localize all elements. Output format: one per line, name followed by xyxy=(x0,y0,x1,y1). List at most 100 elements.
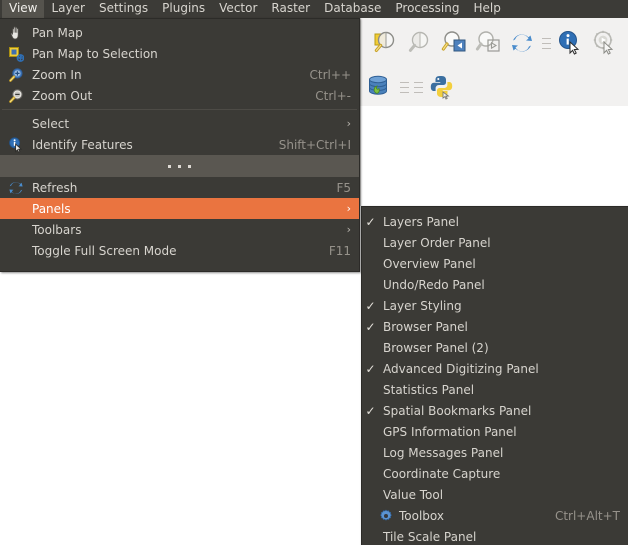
panels-item-gps-information-panel[interactable]: GPS Information Panel xyxy=(362,421,628,442)
menu-item-shortcut: Ctrl++ xyxy=(290,68,351,82)
menubar-item-settings[interactable]: Settings xyxy=(92,0,155,18)
refresh-icon[interactable] xyxy=(505,26,539,60)
menu-item-pan-map[interactable]: Pan Map xyxy=(0,22,359,43)
menu-item-label: Statistics Panel xyxy=(379,383,620,397)
menu-item-refresh[interactable]: Refresh F5 xyxy=(0,177,359,198)
panels-item-statistics-panel[interactable]: Statistics Panel xyxy=(362,379,628,400)
toolbar-separator xyxy=(411,70,425,104)
no-icon xyxy=(4,114,28,134)
toolbar-row-navigation xyxy=(369,26,621,60)
database-manager-icon[interactable] xyxy=(363,70,397,104)
chevron-right-icon: › xyxy=(339,117,351,130)
python-console-icon[interactable] xyxy=(425,70,459,104)
menu-item-toggle-full-screen-mode[interactable]: Toggle Full Screen Mode F11 xyxy=(0,240,359,261)
check-icon: ✓ xyxy=(362,321,379,333)
panels-item-toolbox[interactable]: Toolbox Ctrl+Alt+T xyxy=(362,505,628,526)
menu-item-label: Browser Panel xyxy=(379,320,620,334)
menu-separator xyxy=(2,109,357,110)
qgis-window: View Layer Settings Plugins Vector Raste… xyxy=(0,0,628,545)
zoom-in-icon xyxy=(4,65,28,85)
panels-item-value-tool[interactable]: Value Tool xyxy=(362,484,628,505)
menu-item-label: Layer Styling xyxy=(379,299,620,313)
toolbox-gear-icon xyxy=(377,506,395,526)
menu-item-label: Layer Order Panel xyxy=(379,236,620,250)
panels-item-overview-panel[interactable]: Overview Panel xyxy=(362,253,628,274)
menubar-item-vector[interactable]: Vector xyxy=(212,0,264,18)
panels-item-browser-panel-2[interactable]: Browser Panel (2) xyxy=(362,337,628,358)
no-icon xyxy=(4,220,28,240)
toolbar-separator xyxy=(539,26,553,60)
tearoff-dots-icon xyxy=(168,165,191,168)
panels-item-tile-scale-panel[interactable]: Tile Scale Panel xyxy=(362,526,628,545)
zoom-last-icon[interactable] xyxy=(437,26,471,60)
zoom-next-icon[interactable] xyxy=(471,26,505,60)
menu-item-label: Select xyxy=(28,117,339,131)
menu-tearoff-handle[interactable] xyxy=(0,155,359,177)
view-menu-popup: Pan Map Pan Map to Selection xyxy=(0,18,360,272)
menu-item-label: Toggle Full Screen Mode xyxy=(28,244,309,258)
panels-item-spatial-bookmarks-panel[interactable]: ✓ Spatial Bookmarks Panel xyxy=(362,400,628,421)
panels-item-coordinate-capture[interactable]: Coordinate Capture xyxy=(362,463,628,484)
map-canvas-right xyxy=(360,106,628,206)
menu-item-select[interactable]: Select › xyxy=(0,113,359,134)
zoom-full-icon[interactable] xyxy=(369,26,403,60)
menu-item-label: Zoom Out xyxy=(28,89,295,103)
chevron-right-icon: › xyxy=(339,223,351,236)
panels-item-log-messages-panel[interactable]: Log Messages Panel xyxy=(362,442,628,463)
menu-item-label: Panels xyxy=(28,202,339,216)
menu-item-label: Tile Scale Panel xyxy=(379,530,620,544)
check-icon: ✓ xyxy=(362,300,379,312)
menu-item-toolbars[interactable]: Toolbars › xyxy=(0,219,359,240)
menubar-item-help[interactable]: Help xyxy=(466,0,507,18)
toolbar-area xyxy=(360,18,628,106)
no-icon xyxy=(4,241,28,261)
menu-item-label: Pan Map xyxy=(28,26,331,40)
menu-item-label: Advanced Digitizing Panel xyxy=(379,362,620,376)
menu-item-shortcut: Ctrl+- xyxy=(295,89,351,103)
menu-item-label: Layers Panel xyxy=(379,215,620,229)
panels-item-undo-redo-panel[interactable]: Undo/Redo Panel xyxy=(362,274,628,295)
menu-item-label: Coordinate Capture xyxy=(379,467,620,481)
zoom-to-native-resolution-icon[interactable] xyxy=(403,26,437,60)
panels-item-layers-panel[interactable]: ✓ Layers Panel xyxy=(362,211,628,232)
menubar-item-database[interactable]: Database xyxy=(317,0,388,18)
menu-item-identify-features[interactable]: Identify Features Shift+Ctrl+I xyxy=(0,134,359,155)
pan-to-selection-icon xyxy=(4,44,28,64)
menu-item-shortcut: F11 xyxy=(309,244,351,258)
panels-item-advanced-digitizing-panel[interactable]: ✓ Advanced Digitizing Panel xyxy=(362,358,628,379)
menu-item-label: Refresh xyxy=(28,181,316,195)
refresh-icon xyxy=(4,178,28,198)
menu-item-label: Overview Panel xyxy=(379,257,620,271)
toolbar-row-plugins xyxy=(363,70,459,104)
menu-item-zoom-out[interactable]: Zoom Out Ctrl+- xyxy=(0,85,359,106)
zoom-out-icon xyxy=(4,86,28,106)
menu-item-zoom-in[interactable]: Zoom In Ctrl++ xyxy=(0,64,359,85)
menubar-item-layer[interactable]: Layer xyxy=(44,0,91,18)
menu-item-pan-map-to-selection[interactable]: Pan Map to Selection xyxy=(0,43,359,64)
menu-item-label: Log Messages Panel xyxy=(379,446,620,460)
menubar-item-processing[interactable]: Processing xyxy=(388,0,466,18)
menu-item-label: Undo/Redo Panel xyxy=(379,278,620,292)
toolbar-separator xyxy=(397,70,411,104)
identify-features-icon[interactable] xyxy=(553,26,587,60)
menu-item-shortcut: F5 xyxy=(316,181,351,195)
menu-item-label: Zoom In xyxy=(28,68,290,82)
panels-item-layer-styling[interactable]: ✓ Layer Styling xyxy=(362,295,628,316)
menu-item-label: Toolbars xyxy=(28,223,339,237)
identify-icon xyxy=(4,135,28,155)
no-icon xyxy=(4,199,28,219)
panels-item-layer-order-panel[interactable]: Layer Order Panel xyxy=(362,232,628,253)
chevron-right-icon: › xyxy=(339,202,351,215)
menu-item-panels[interactable]: Panels › xyxy=(0,198,359,219)
panels-item-browser-panel[interactable]: ✓ Browser Panel xyxy=(362,316,628,337)
menu-item-label: Browser Panel (2) xyxy=(379,341,620,355)
menu-item-label: Pan Map to Selection xyxy=(28,47,331,61)
menubar-item-view[interactable]: View xyxy=(2,0,44,18)
menu-item-label: Spatial Bookmarks Panel xyxy=(379,404,620,418)
menu-item-label: GPS Information Panel xyxy=(379,425,620,439)
menubar-item-raster[interactable]: Raster xyxy=(264,0,317,18)
menubar-item-plugins[interactable]: Plugins xyxy=(155,0,212,18)
run-feature-action-icon[interactable] xyxy=(587,26,621,60)
menu-item-label: Identify Features xyxy=(28,138,259,152)
check-icon: ✓ xyxy=(362,405,379,417)
